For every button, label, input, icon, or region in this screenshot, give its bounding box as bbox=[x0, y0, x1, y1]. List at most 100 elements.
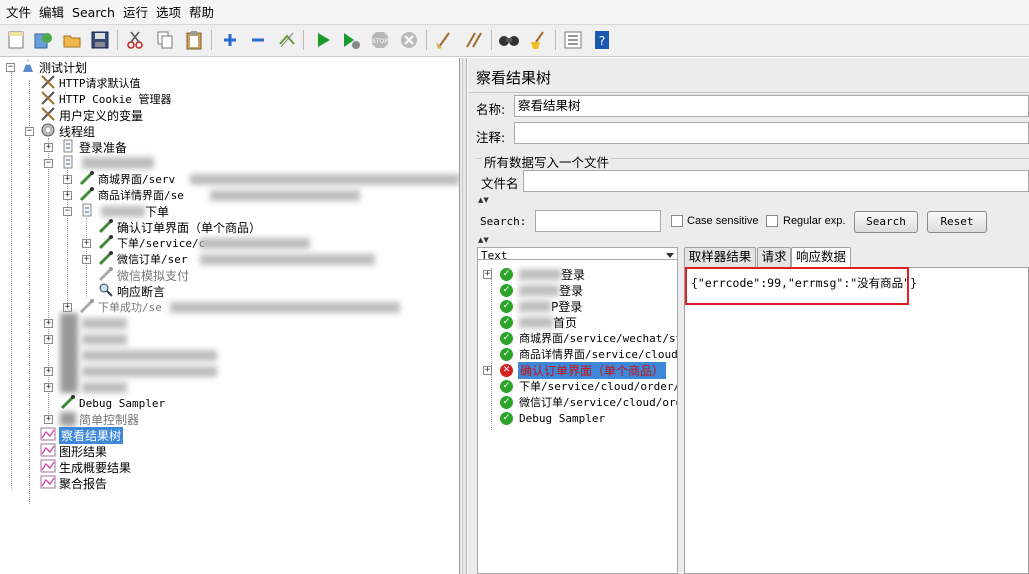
tree-node-order-submit[interactable]: 下单/service/c bbox=[98, 234, 205, 251]
panel-title: 察看结果树 bbox=[476, 69, 552, 87]
expander-result-0[interactable]: + bbox=[483, 270, 492, 279]
tree-node-response-assert[interactable]: 响应断言 bbox=[98, 283, 165, 299]
paste-icon[interactable] bbox=[182, 28, 206, 52]
result-label: 微信订单/service/cloud/ord bbox=[519, 396, 678, 409]
chevron-down-icon bbox=[666, 253, 674, 258]
clear-icon[interactable] bbox=[432, 28, 456, 52]
regular-exp-checkbox[interactable] bbox=[766, 215, 778, 227]
filename-field[interactable] bbox=[523, 170, 1029, 192]
collapse-icon[interactable] bbox=[246, 28, 270, 52]
new-icon[interactable] bbox=[4, 28, 28, 52]
redacted-text bbox=[210, 190, 360, 201]
tree-node-debug-sampler[interactable]: Debug Sampler bbox=[60, 394, 165, 411]
tree-label: 简单控制器 bbox=[79, 412, 140, 427]
tab-request[interactable]: 请求 bbox=[757, 247, 791, 267]
expander-blurred-group[interactable]: − bbox=[44, 159, 53, 168]
expander-result-6[interactable]: + bbox=[483, 366, 492, 375]
result-item[interactable]: ✓ P登录 bbox=[500, 298, 582, 314]
result-item[interactable]: ✓ 登录 bbox=[500, 282, 583, 298]
results-tree[interactable]: + + ✓ 登录 ✓ 登录 ✓ P登录 ✓ 首页 ✓ 商城界面/service/… bbox=[477, 259, 678, 574]
expander-order-controller[interactable]: − bbox=[63, 207, 72, 216]
tree-node-order-success[interactable]: 下单成功/se bbox=[79, 298, 162, 315]
tab-response-data[interactable]: 响应数据 bbox=[791, 247, 851, 268]
result-item[interactable]: ✓ 登录 bbox=[500, 266, 585, 282]
open-icon[interactable] bbox=[60, 28, 84, 52]
reset-search-icon[interactable] bbox=[526, 28, 550, 52]
splitter[interactable] bbox=[460, 58, 467, 574]
reset-button[interactable]: Reset bbox=[927, 211, 987, 233]
copy-icon[interactable] bbox=[153, 28, 177, 52]
expander-order-submit[interactable]: + bbox=[82, 239, 91, 248]
result-item[interactable]: ✓ 下单/service/cloud/order/c bbox=[500, 378, 678, 394]
menu-options[interactable]: 选项 bbox=[152, 0, 185, 25]
menubar: 文件 编辑 Search 运行 选项 帮助 bbox=[0, 0, 1029, 25]
tree-node-confirm-order[interactable]: 确认订单界面（单个商品） bbox=[98, 218, 261, 235]
menu-file[interactable]: 文件 bbox=[2, 0, 35, 25]
expander-blurred-1[interactable]: + bbox=[44, 319, 53, 328]
name-field[interactable]: 察看结果树 bbox=[514, 95, 1029, 117]
function-helper-icon[interactable] bbox=[561, 28, 585, 52]
result-item[interactable]: ✓ 商品详情界面/service/cloud bbox=[500, 346, 677, 362]
comment-label: 注释: bbox=[476, 130, 506, 145]
shutdown-icon[interactable] bbox=[397, 28, 421, 52]
menu-search[interactable]: Search bbox=[68, 0, 119, 25]
comment-field[interactable] bbox=[514, 122, 1029, 144]
success-icon: ✓ bbox=[500, 315, 513, 329]
expander-wechat-order[interactable]: + bbox=[82, 255, 91, 264]
expander-simple-controller[interactable]: + bbox=[44, 415, 53, 424]
start-icon[interactable] bbox=[311, 28, 335, 52]
toggle-icon[interactable] bbox=[275, 28, 299, 52]
result-label: P登录 bbox=[551, 299, 583, 314]
expander-thread-group[interactable]: − bbox=[25, 127, 34, 136]
save-icon[interactable] bbox=[88, 28, 112, 52]
templates-icon[interactable] bbox=[31, 28, 55, 52]
splitter-arrows-top[interactable]: ▲▼ bbox=[478, 196, 489, 204]
success-icon: ✓ bbox=[500, 283, 513, 297]
help-icon[interactable]: ? bbox=[590, 28, 614, 52]
expander-blurred-3[interactable]: + bbox=[44, 367, 53, 376]
tree-node-order-controller[interactable]: 下单 bbox=[79, 203, 169, 219]
stop-icon[interactable]: STOP bbox=[368, 28, 392, 52]
tab-sampler-result[interactable]: 取样器结果 bbox=[684, 247, 756, 267]
expander-product-detail[interactable]: + bbox=[63, 191, 72, 200]
search-field[interactable] bbox=[535, 210, 661, 232]
tree-label: 生成概要结果 bbox=[59, 460, 132, 475]
tree-label: 下单成功/se bbox=[98, 301, 162, 314]
redacted-text bbox=[170, 302, 400, 313]
tree-node-cookie-manager[interactable]: HTTP Cookie 管理器 bbox=[40, 90, 171, 107]
clear-all-icon[interactable] bbox=[462, 28, 486, 52]
splitter-arrows-bottom[interactable]: ▲▼ bbox=[478, 236, 489, 244]
result-item[interactable]: ✓ 微信订单/service/cloud/ord bbox=[500, 394, 678, 410]
search-icon[interactable] bbox=[497, 28, 521, 52]
success-icon: ✓ bbox=[500, 331, 513, 345]
response-data-area[interactable]: {"errcode":99,"errmsg":"没有商品"} bbox=[684, 267, 1029, 574]
svg-text:STOP: STOP bbox=[372, 38, 388, 45]
success-icon: ✓ bbox=[500, 267, 513, 281]
expander-order-success[interactable]: + bbox=[63, 303, 72, 312]
expander-login-prep[interactable]: + bbox=[44, 143, 53, 152]
result-item[interactable]: ✓ 商城界面/service/wechat/st bbox=[500, 330, 677, 346]
result-item-selected[interactable]: ✕ 确认订单界面（单个商品） bbox=[500, 361, 667, 379]
result-label: 登录 bbox=[559, 283, 584, 298]
tree-node-simple-controller[interactable]: 简单控制器 bbox=[60, 411, 139, 427]
expander-root[interactable]: − bbox=[6, 63, 15, 72]
menu-run[interactable]: 运行 bbox=[119, 0, 152, 25]
redacted-text bbox=[519, 316, 553, 328]
result-label: 下单/service/cloud/order/c bbox=[519, 380, 678, 393]
expander-mall-page[interactable]: + bbox=[63, 175, 72, 184]
case-sensitive-checkbox[interactable] bbox=[671, 215, 683, 227]
search-button[interactable]: Search bbox=[854, 211, 918, 233]
tree-node-aggregate-report[interactable]: 聚合报告 bbox=[40, 475, 107, 491]
expand-icon[interactable] bbox=[218, 28, 242, 52]
success-icon: ✓ bbox=[500, 395, 513, 409]
test-plan-tree[interactable]: − 测试计划 HTTP请求默认值 HTTP Cookie 管理器 用户定义的变量… bbox=[0, 58, 460, 574]
start-no-pause-icon[interactable] bbox=[339, 28, 363, 52]
result-item[interactable]: ✓ 首页 bbox=[500, 314, 577, 330]
menu-edit[interactable]: 编辑 bbox=[35, 0, 68, 25]
tree-node-blurred[interactable] bbox=[60, 155, 76, 171]
expander-blurred-2[interactable]: + bbox=[44, 335, 53, 344]
cut-icon[interactable] bbox=[123, 28, 147, 52]
expander-blurred-4[interactable]: + bbox=[44, 383, 53, 392]
menu-help[interactable]: 帮助 bbox=[185, 0, 218, 25]
result-item[interactable]: ✓ Debug Sampler bbox=[500, 410, 605, 426]
